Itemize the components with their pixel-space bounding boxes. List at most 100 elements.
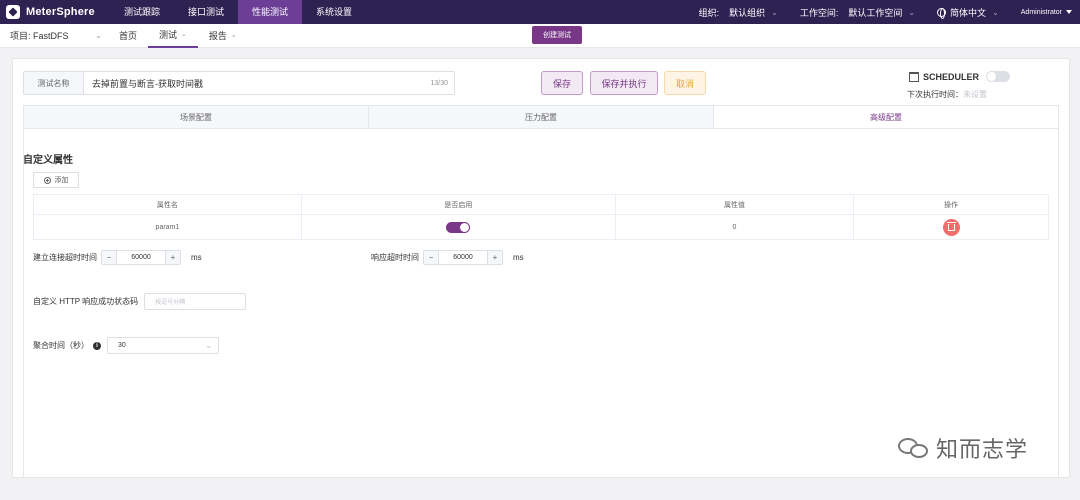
granularity-value: 30 bbox=[118, 342, 126, 349]
decrement-button[interactable]: − bbox=[102, 251, 117, 264]
nav-item-performance-test[interactable]: 性能测试 bbox=[238, 0, 303, 24]
watermark-text: 知而志学 bbox=[936, 437, 1029, 462]
response-timeout-label: 响应超时时间 bbox=[371, 253, 419, 262]
language-switcher[interactable]: 简体中文 ⌄ bbox=[937, 6, 999, 19]
project-switcher[interactable]: 项目: FastDFS ⌄ bbox=[0, 29, 108, 42]
custom-properties-title: 自定义属性 bbox=[23, 155, 73, 166]
org-switcher[interactable]: 组织: 默认组织 ⌄ bbox=[699, 6, 778, 19]
http-code-input[interactable]: 按逗号分隔 bbox=[144, 293, 247, 310]
add-property-button[interactable]: 添加 bbox=[33, 172, 79, 188]
delete-property-button[interactable] bbox=[942, 218, 960, 236]
chevron-down-icon: ⌄ bbox=[95, 31, 102, 40]
org-value: 默认组织 bbox=[729, 7, 766, 18]
wechat-icon bbox=[898, 436, 930, 460]
column-header-operation: 操作 bbox=[853, 194, 1049, 215]
property-operation-cell bbox=[853, 214, 1049, 240]
brand-logo[interactable]: MeterSphere bbox=[0, 0, 110, 24]
subnav-item-report[interactable]: 报告 ⌄ bbox=[198, 24, 248, 48]
add-property-label: 添加 bbox=[54, 177, 69, 184]
granularity-row: 聚合时间（秒） i 30 ⌄ bbox=[33, 337, 219, 354]
main-nav: 测试跟踪 接口测试 性能测试 系统设置 bbox=[110, 0, 366, 24]
test-name-input[interactable]: 去掉前置与断言-获取时间戳 bbox=[84, 77, 430, 90]
connect-timeout-input[interactable]: 60000 bbox=[117, 254, 165, 261]
scheduler-toggle[interactable] bbox=[986, 71, 1011, 82]
caret-down-icon bbox=[1066, 10, 1072, 14]
user-menu[interactable]: Administrator bbox=[1021, 9, 1072, 16]
save-and-run-button[interactable]: 保存并执行 bbox=[590, 71, 658, 95]
config-tabs: 场景配置 压力配置 高级配置 bbox=[23, 105, 1059, 129]
globe-icon bbox=[937, 7, 947, 19]
workspace-switcher[interactable]: 工作空间: 默认工作空间 ⌄ bbox=[800, 6, 915, 19]
response-timeout-stepper: − 60000 + bbox=[423, 250, 503, 265]
project-name: 项目: FastDFS bbox=[10, 31, 69, 41]
test-name-field[interactable]: 测试名称 去掉前置与断言-获取时间戳 13/30 bbox=[23, 71, 455, 95]
sub-nav: 首页 测试 ⌄ 报告 ⌄ bbox=[108, 24, 248, 48]
subnav-item-home[interactable]: 首页 bbox=[108, 24, 148, 48]
decrement-button[interactable]: − bbox=[424, 251, 439, 264]
connect-timeout-unit: ms bbox=[191, 253, 202, 262]
nav-item-test-track[interactable]: 测试跟踪 bbox=[110, 0, 174, 24]
tab-pressure-config[interactable]: 压力配置 bbox=[369, 106, 714, 128]
subnav-test-label: 测试 bbox=[159, 29, 178, 40]
test-edit-card: 测试名称 去掉前置与断言-获取时间戳 13/30 保存 保存并执行 取消 SCH… bbox=[12, 58, 1070, 478]
next-run-label: 下次执行时间： bbox=[907, 90, 963, 99]
test-name-char-count: 13/30 bbox=[430, 79, 448, 87]
subnav-report-label: 报告 bbox=[208, 30, 227, 41]
plus-circle-icon bbox=[43, 176, 51, 184]
response-timeout-unit: ms bbox=[513, 253, 524, 262]
next-run-time: 下次执行时间：未设置 bbox=[907, 89, 987, 100]
scheduler: SCHEDULER bbox=[909, 71, 1011, 82]
chevron-down-icon: ⌄ bbox=[181, 30, 187, 38]
top-header: MeterSphere 测试跟踪 接口测试 性能测试 系统设置 组织: 默认组织… bbox=[0, 0, 1080, 24]
increment-button[interactable]: + bbox=[487, 251, 502, 264]
property-value-cell[interactable]: 0 bbox=[614, 214, 855, 240]
tab-advanced-config[interactable]: 高级配置 bbox=[714, 106, 1058, 128]
http-code-label: 自定义 HTTP 响应成功状态码 bbox=[33, 297, 139, 306]
chevron-down-icon: ⌄ bbox=[230, 31, 237, 39]
wechat-watermark: 知而志学 bbox=[898, 432, 1028, 464]
response-timeout-row: 响应超时时间 − 60000 + ms bbox=[371, 250, 524, 265]
trash-icon bbox=[946, 221, 956, 231]
granularity-select[interactable]: 30 ⌄ bbox=[107, 337, 219, 354]
chevron-down-icon: ⌄ bbox=[992, 7, 999, 17]
column-header-name: 属性名 bbox=[33, 194, 302, 215]
user-name: Administrator bbox=[1020, 8, 1062, 16]
create-test-button[interactable]: 创建测试 bbox=[532, 26, 582, 44]
table-header-row: 属性名 是否启用 属性值 操作 bbox=[33, 194, 1049, 215]
metersphere-logo-icon bbox=[6, 5, 20, 19]
cancel-button[interactable]: 取消 bbox=[664, 71, 706, 95]
info-icon[interactable]: i bbox=[93, 341, 101, 350]
next-run-value: 未设置 bbox=[963, 90, 987, 99]
subnav-item-test[interactable]: 测试 ⌄ bbox=[148, 24, 198, 48]
nav-item-api-test[interactable]: 接口测试 bbox=[174, 0, 238, 24]
chevron-down-icon: ⌄ bbox=[771, 7, 778, 17]
http-code-row: 自定义 HTTP 响应成功状态码 按逗号分隔 bbox=[33, 293, 247, 310]
tab-scenario-config[interactable]: 场景配置 bbox=[24, 106, 369, 128]
increment-button[interactable]: + bbox=[165, 251, 180, 264]
column-header-value: 属性值 bbox=[614, 194, 855, 215]
header-right: 组织: 默认组织 ⌄ 工作空间: 默认工作空间 ⌄ 简体中文 ⌄ Adminis… bbox=[677, 0, 1080, 24]
connect-timeout-label: 建立连接超时时间 bbox=[33, 253, 97, 262]
org-label: 组织: bbox=[698, 7, 720, 18]
subnav-home-label: 首页 bbox=[119, 30, 138, 41]
save-button[interactable]: 保存 bbox=[541, 71, 583, 95]
test-name-label: 测试名称 bbox=[24, 72, 84, 94]
chevron-down-icon: ⌄ bbox=[908, 7, 916, 17]
scheduler-label: SCHEDULER bbox=[923, 71, 980, 82]
property-enabled-toggle[interactable] bbox=[446, 221, 471, 233]
nav-item-settings[interactable]: 系统设置 bbox=[302, 0, 366, 24]
calendar-icon[interactable] bbox=[909, 71, 919, 82]
column-header-enabled: 是否启用 bbox=[300, 194, 616, 215]
connect-timeout-row: 建立连接超时时间 − 60000 + ms bbox=[33, 250, 202, 265]
table-row: param1 0 bbox=[33, 214, 1049, 240]
granularity-label: 聚合时间（秒） bbox=[33, 341, 89, 350]
custom-properties-table: 属性名 是否启用 属性值 操作 param1 0 bbox=[33, 194, 1049, 240]
property-enabled-cell bbox=[300, 214, 616, 240]
sub-header: 项目: FastDFS ⌄ 首页 测试 ⌄ 报告 ⌄ 创建测试 bbox=[0, 24, 1080, 48]
chevron-down-icon: ⌄ bbox=[205, 341, 212, 350]
workspace-label: 工作空间: bbox=[799, 7, 839, 18]
property-name-cell[interactable]: param1 bbox=[33, 214, 302, 240]
response-timeout-input[interactable]: 60000 bbox=[439, 254, 487, 261]
brand-name: MeterSphere bbox=[26, 6, 95, 18]
workspace-value: 默认工作空间 bbox=[848, 7, 903, 18]
